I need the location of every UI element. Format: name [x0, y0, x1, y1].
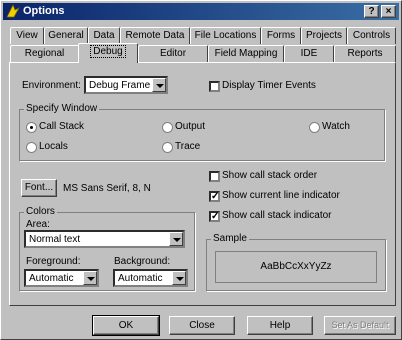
tab-regional[interactable]: Regional — [10, 45, 79, 62]
specify-window-group: Specify Window — [19, 103, 385, 161]
options-dialog: Options ? × View General Data Remote Dat… — [0, 0, 402, 340]
window-title: Options — [23, 5, 65, 17]
font-value: MS Sans Serif, 8, N — [63, 183, 151, 194]
trace-label: Trace — [175, 141, 201, 152]
tab-remote-data[interactable]: Remote Data — [120, 27, 190, 44]
radio-watch[interactable] — [309, 122, 320, 133]
environment-select[interactable]: Debug Frame — [84, 76, 168, 94]
radio-trace[interactable] — [162, 142, 173, 153]
tab-projects[interactable]: Projects — [301, 27, 347, 44]
set-as-default-button[interactable]: Set As Default — [324, 316, 396, 335]
tab-editor[interactable]: Editor — [138, 45, 208, 62]
sample-preview: AaBbCcXxYyZz — [215, 251, 377, 283]
tab-controls[interactable]: Controls — [347, 27, 396, 44]
help-icon: ? — [368, 6, 375, 17]
chevron-down-icon[interactable] — [83, 271, 97, 285]
specify-window-label: Specify Window — [24, 103, 100, 114]
help-button[interactable]: Help — [247, 316, 313, 335]
area-select[interactable]: Normal text — [24, 230, 185, 248]
tab-forms[interactable]: Forms — [261, 27, 301, 44]
colors-label: Colors — [24, 206, 57, 217]
close-title-button[interactable]: × — [381, 5, 396, 18]
close-icon: × — [385, 6, 392, 17]
tab-general[interactable]: General — [44, 27, 88, 44]
locals-label: Locals — [39, 141, 68, 152]
display-timer-events-label: Display Timer Events — [222, 80, 316, 91]
foreground-select[interactable]: Automatic — [24, 269, 99, 287]
call-stack-label: Call Stack — [39, 121, 85, 132]
tab-view[interactable]: View — [10, 27, 44, 44]
background-label: Background: — [114, 256, 171, 267]
tab-ide[interactable]: IDE — [284, 45, 334, 62]
sample-text: AaBbCcXxYyZz — [260, 261, 332, 272]
watch-label: Watch — [322, 121, 350, 132]
close-button[interactable]: Close — [169, 316, 235, 335]
ok-button[interactable]: OK — [92, 315, 160, 336]
chevron-down-icon[interactable] — [152, 78, 166, 92]
app-icon — [6, 4, 20, 18]
output-label: Output — [175, 121, 206, 132]
tab-debug[interactable]: Debug — [78, 43, 138, 63]
font-button[interactable]: Font... — [21, 179, 57, 197]
area-label: Area: — [26, 219, 50, 230]
tab-data[interactable]: Data — [88, 27, 120, 44]
title-bar: Options ? × — [3, 3, 399, 20]
environment-label: Environment: — [22, 80, 81, 91]
show-call-stack-indicator-label: Show call stack indicator — [222, 210, 332, 221]
radio-output[interactable] — [162, 122, 173, 133]
help-title-button[interactable]: ? — [364, 5, 379, 18]
show-current-line-indicator-label: Show current line indicator — [222, 190, 340, 201]
show-call-stack-order-checkbox[interactable] — [209, 171, 220, 182]
tab-field-mapping[interactable]: Field Mapping — [208, 45, 284, 62]
show-current-line-indicator-checkbox[interactable]: ✓ — [209, 191, 220, 202]
show-call-stack-order-label: Show call stack order — [222, 170, 318, 181]
tab-reports[interactable]: Reports — [334, 45, 396, 62]
display-timer-events-checkbox[interactable] — [209, 81, 220, 92]
tab-file-locations[interactable]: File Locations — [190, 27, 261, 44]
chevron-down-icon[interactable] — [169, 232, 183, 246]
radio-call-stack[interactable] — [26, 122, 37, 133]
foreground-label: Foreground: — [26, 256, 81, 267]
background-select[interactable]: Automatic — [113, 269, 188, 287]
radio-locals[interactable] — [26, 142, 37, 153]
chevron-down-icon[interactable] — [172, 271, 186, 285]
sample-label: Sample — [211, 233, 249, 244]
show-call-stack-indicator-checkbox[interactable]: ✓ — [209, 211, 220, 222]
